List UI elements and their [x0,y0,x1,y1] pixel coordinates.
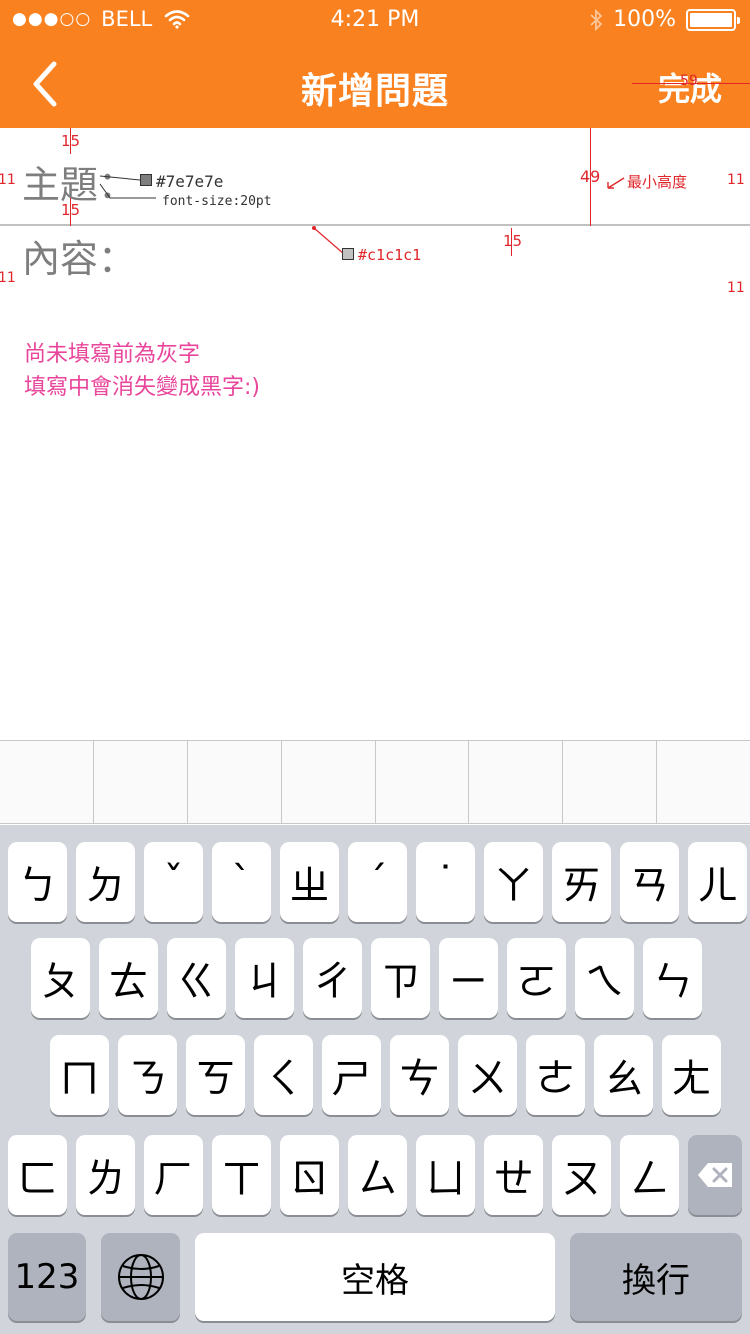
key-1-5[interactable]: ㄓ [280,842,339,922]
key-4-5[interactable]: ㄖ [280,1135,339,1215]
key-2-4[interactable]: ㄐ [235,938,294,1018]
arrow-icon [607,177,625,189]
key-1-11[interactable]: ㄦ [688,842,747,922]
key-1-6[interactable]: ˊ [348,842,407,922]
key-2-7[interactable]: ㄧ [439,938,498,1018]
content-label: 內容： [22,237,137,281]
backspace-icon [698,1163,732,1187]
candidate-slot[interactable] [376,741,470,823]
key-4-1[interactable]: ㄈ [8,1135,67,1215]
key-4-4[interactable]: ㄒ [212,1135,271,1215]
content-field[interactable] [0,228,750,738]
bluetooth-icon [590,8,603,31]
key-3-1[interactable]: ㄇ [50,1035,109,1115]
content-padding-value: 15 [503,232,523,250]
zhuyin-keyboard: 123 空格 換行 ㄅㄉ ˇ ˋ ㄓ ˊ ˙ ㄚㄞㄢㄦㄆㄊㄍㄐㄔㄗㄧㄛㄟㄣㄇㄋㄎㄑㄕㄘㄨㄜㄠ… [0,825,750,1334]
padding-top-line [70,128,71,154]
key-1-8[interactable]: ㄚ [484,842,543,922]
key-4-10[interactable]: ㄥ [620,1135,679,1215]
candidate-slot[interactable] [657,741,750,823]
label-font-value: font-size:20pt [162,194,272,209]
globe-key[interactable] [101,1233,180,1321]
space-key[interactable]: 空格 [195,1233,555,1321]
key-4-3[interactable]: ㄏ [144,1135,203,1215]
note-line-1: 尚未填寫前為灰字 [24,342,201,367]
key-3-4[interactable]: ㄑ [254,1035,313,1115]
key-2-5[interactable]: ㄔ [303,938,362,1018]
key-4-9[interactable]: ㄡ [552,1135,611,1215]
left-margin-value: 11 [0,172,16,188]
key-1-7[interactable]: ˙ [416,842,475,922]
key-2-10[interactable]: ㄣ [643,938,702,1018]
return-key[interactable]: 換行 [570,1233,742,1321]
numbers-key[interactable]: 123 [8,1233,86,1321]
status-bar: ●●●○○ BELL 4:21 PM 100% [0,0,750,40]
candidate-slot[interactable] [188,741,282,823]
key-3-7[interactable]: ㄨ [458,1035,517,1115]
key-1-10[interactable]: ㄢ [620,842,679,922]
candidate-slot[interactable] [94,741,188,823]
label-color-value: #7e7e7e [156,172,224,191]
key-3-8[interactable]: ㄜ [526,1035,585,1115]
key-1-2[interactable]: ㄉ [76,842,135,922]
divider-color-swatch [342,248,354,260]
candidate-slot[interactable] [0,741,94,823]
key-2-8[interactable]: ㄛ [507,938,566,1018]
candidate-slot[interactable] [469,741,564,823]
content-padding-line [511,228,512,256]
done-width-value: 59 [680,73,698,89]
key-4-7[interactable]: ㄩ [416,1135,475,1215]
globe-icon [117,1254,164,1300]
candidate-slot[interactable] [563,741,658,823]
left-margin-value-2: 11 [0,270,16,286]
key-3-3[interactable]: ㄎ [186,1035,245,1115]
note-line-2: 填寫中會消失變成黑字:) [24,375,260,400]
right-margin-value-2: 11 [727,280,745,296]
candidate-bar [0,740,750,824]
key-1-9[interactable]: ㄞ [552,842,611,922]
min-height-label: 最小高度 [627,173,688,191]
key-3-5[interactable]: ㄕ [322,1035,381,1115]
divider-color-value: #c1c1c1 [358,246,422,264]
key-2-3[interactable]: ㄍ [167,938,226,1018]
key-4-6[interactable]: ㄙ [348,1135,407,1215]
label-color-swatch [140,174,152,186]
padding-bottom-line [70,198,71,226]
key-1-4[interactable]: ˋ [212,842,271,922]
nav-bar: ●●●○○ BELL 4:21 PM 100% 新增問題 完成 59 [0,0,750,128]
candidate-slot[interactable] [282,741,376,823]
key-3-10[interactable]: ㄤ [662,1035,721,1115]
key-4-2[interactable]: ㄌ [76,1135,135,1215]
key-2-6[interactable]: ㄗ [371,938,430,1018]
battery-percentage: 100% [613,7,676,32]
key-2-1[interactable]: ㄆ [31,938,90,1018]
right-margin-value: 11 [727,172,745,188]
battery-icon [686,8,740,31]
key-4-8[interactable]: ㄝ [484,1135,543,1215]
key-3-9[interactable]: ㄠ [594,1035,653,1115]
placeholder-note: 尚未填寫前為灰字 填寫中會消失變成黑字:) [24,338,260,404]
page-title: 新增問題 [300,71,449,112]
key-3-2[interactable]: ㄋ [118,1035,177,1115]
min-height-value: 49 [580,167,601,186]
key-3-6[interactable]: ㄘ [390,1035,449,1115]
key-1-1[interactable]: ㄅ [8,842,67,922]
key-2-9[interactable]: ㄟ [575,938,634,1018]
delete-key[interactable] [688,1135,742,1215]
key-1-3[interactable]: ˇ [144,842,203,922]
key-2-2[interactable]: ㄊ [99,938,158,1018]
battery-fill [690,12,732,27]
